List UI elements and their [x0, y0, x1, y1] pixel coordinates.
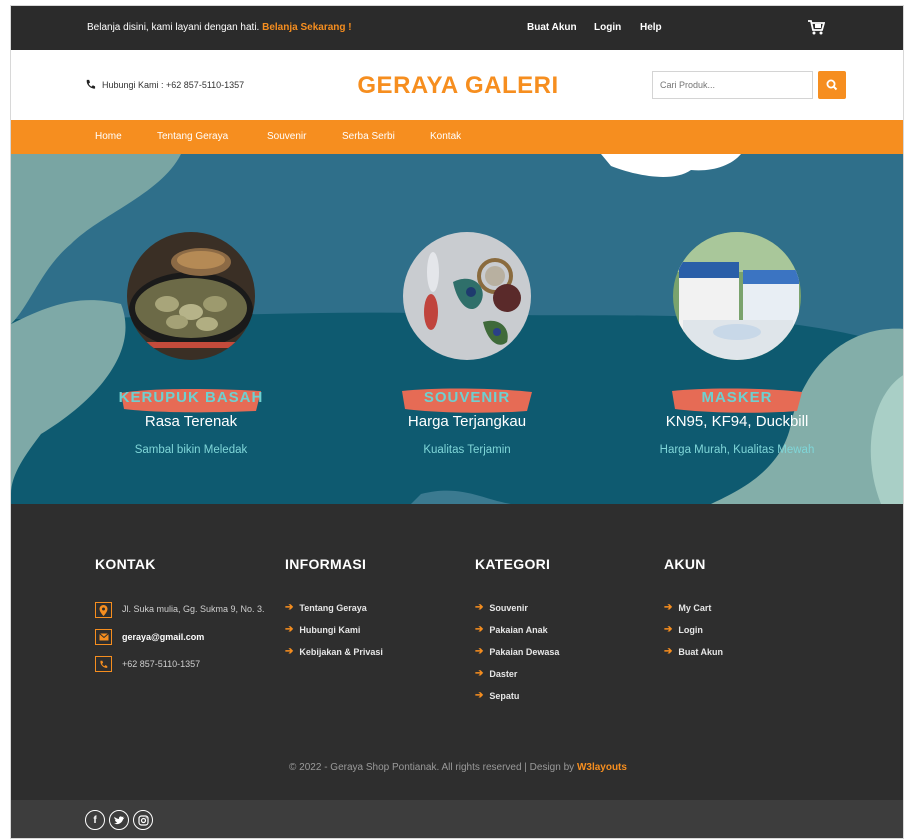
- copyright-text: © 2022 - Geraya Shop Pontianak. All righ…: [289, 762, 575, 773]
- cart-icon[interactable]: [807, 19, 825, 35]
- register-link[interactable]: Buat Akun: [527, 22, 577, 33]
- hero-title-text: SOUVENIR: [423, 389, 511, 406]
- email-row: geraya@gmail.com: [95, 629, 265, 645]
- footer-link-label: My Cart: [678, 602, 712, 613]
- footer-link-label: Buat Akun: [678, 646, 724, 657]
- email-text[interactable]: geraya@gmail.com: [122, 629, 204, 645]
- footer-link[interactable]: ➔ Buat Akun: [664, 646, 723, 657]
- footer-heading: AKUN: [664, 556, 706, 572]
- footer-link-label: Souvenir: [489, 602, 528, 613]
- nav-home[interactable]: Home: [95, 131, 122, 142]
- footer-link-label: Daster: [489, 668, 518, 679]
- top-bar: Belanja disini, kami layani dengan hati.…: [11, 6, 903, 50]
- hero-description: Sambal bikin Meledak: [134, 444, 248, 456]
- footer-akun: AKUN ➔ My Cart ➔ Login ➔ Buat Akun: [664, 556, 723, 668]
- hero-subtitle: Rasa Terenak: [144, 413, 238, 430]
- arrow-right-icon: ➔: [285, 624, 294, 635]
- footer-heading: KONTAK: [95, 556, 156, 572]
- footer-kategori: KATEGORI ➔ Souvenir ➔ Pakaian Anak ➔ Pakaia…: [475, 556, 559, 712]
- hero-banner: KERUPUK BASAH Rasa Terenak Sambal bikin …: [11, 154, 903, 504]
- arrow-right-icon: ➔: [285, 646, 294, 657]
- help-link[interactable]: Help: [640, 22, 662, 33]
- facebook-icon[interactable]: f: [85, 810, 105, 830]
- social-bar: f: [11, 800, 903, 838]
- arrow-right-icon: ➔: [664, 624, 673, 635]
- footer-phone-text: +62 857-5110-1357: [122, 659, 201, 669]
- search-icon: [826, 79, 838, 91]
- mail-icon: [95, 629, 112, 645]
- hero-item-souvenir[interactable]: SOUVENIR Harga Terjangkau Kualitas Terja…: [357, 232, 577, 456]
- search-button[interactable]: [818, 71, 846, 99]
- phone-row: +62 857-5110-1357: [95, 656, 265, 672]
- footer-link[interactable]: ➔ Pakaian Dewasa: [475, 646, 559, 657]
- souvenir-image: [403, 232, 531, 360]
- arrow-right-icon: ➔: [664, 602, 673, 613]
- shop-now-link[interactable]: Belanja Sekarang !: [262, 22, 351, 33]
- hero-description: Harga Murah, Kualitas Mewah: [659, 444, 815, 456]
- hero-item-masker[interactable]: MASKER KN95, KF94, Duckbill Harga Murah,…: [627, 232, 847, 456]
- masker-image: [673, 232, 801, 360]
- footer-link-label: Sepatu: [489, 690, 520, 701]
- login-link[interactable]: Login: [594, 22, 621, 33]
- footer-heading: INFORMASI: [285, 556, 367, 572]
- hero-title: KERUPUK BASAH: [81, 385, 301, 413]
- footer-link[interactable]: ➔ Tentang Geraya: [285, 602, 383, 613]
- phone-icon: [95, 656, 112, 672]
- footer: KONTAK Jl. Suka mulia, Gg. Sukma 9, No. …: [11, 504, 903, 800]
- instagram-icon[interactable]: [133, 810, 153, 830]
- header: Hubungi Kami : +62 857-5110-1357 GERAYA …: [11, 50, 903, 120]
- copyright: © 2022 - Geraya Shop Pontianak. All righ…: [11, 762, 903, 773]
- nav-serba-serbi[interactable]: Serba Serbi: [342, 131, 395, 142]
- hero-description: Kualitas Terjamin: [423, 444, 511, 456]
- main-nav: Home Tentang Geraya Souvenir Serba Serbi…: [11, 120, 903, 154]
- footer-link[interactable]: ➔ Login: [664, 624, 723, 635]
- search-input[interactable]: [652, 71, 813, 99]
- footer-link[interactable]: ➔ Kebijakan & Privasi: [285, 646, 383, 657]
- footer-link-label: Pakaian Anak: [489, 624, 548, 635]
- page-frame: Belanja disini, kami layani dengan hati.…: [10, 5, 904, 839]
- footer-link[interactable]: ➔ Hubungi Kami: [285, 624, 383, 635]
- footer-heading: KATEGORI: [475, 556, 551, 572]
- arrow-right-icon: ➔: [664, 646, 673, 657]
- arrow-right-icon: ➔: [475, 646, 484, 657]
- arrow-right-icon: ➔: [475, 690, 484, 701]
- footer-link[interactable]: ➔ My Cart: [664, 602, 723, 613]
- footer-link-label: Kebijakan & Privasi: [299, 646, 383, 657]
- location-icon: [95, 602, 112, 618]
- hero-title: SOUVENIR: [357, 385, 577, 413]
- arrow-right-icon: ➔: [475, 602, 484, 613]
- hero-subtitle: Harga Terjangkau: [407, 413, 527, 430]
- footer-link[interactable]: ➔ Souvenir: [475, 602, 559, 613]
- hero-item-kerupuk[interactable]: KERUPUK BASAH Rasa Terenak Sambal bikin …: [81, 232, 301, 456]
- promo-label: Belanja disini, kami layani dengan hati.: [87, 22, 260, 33]
- address-text: Jl. Suka mulia, Gg. Sukma 9, No. 3.: [122, 604, 265, 614]
- footer-link[interactable]: ➔ Daster: [475, 668, 559, 679]
- kerupuk-image: [127, 232, 255, 360]
- designer-link[interactable]: W3layouts: [577, 762, 627, 773]
- footer-link-label: Login: [678, 624, 703, 635]
- twitter-icon[interactable]: [109, 810, 129, 830]
- hero-title-text: MASKER: [701, 389, 773, 406]
- footer-link[interactable]: ➔ Sepatu: [475, 690, 559, 701]
- nav-tentang[interactable]: Tentang Geraya: [157, 131, 228, 142]
- promo-text: Belanja disini, kami layani dengan hati.…: [87, 22, 352, 33]
- footer-link-label: Hubungi Kami: [299, 624, 361, 635]
- nav-kontak[interactable]: Kontak: [430, 131, 461, 142]
- arrow-right-icon: ➔: [475, 668, 484, 679]
- arrow-right-icon: ➔: [285, 602, 294, 613]
- footer-informasi: INFORMASI ➔ Tentang Geraya ➔ Hubungi Kami …: [285, 556, 383, 668]
- nav-souvenir[interactable]: Souvenir: [267, 131, 306, 142]
- hero-title-text: KERUPUK BASAH: [118, 389, 264, 406]
- footer-link-label: Pakaian Dewasa: [489, 646, 560, 657]
- footer-link[interactable]: ➔ Pakaian Anak: [475, 624, 559, 635]
- hero-subtitle: KN95, KF94, Duckbill: [665, 413, 809, 430]
- footer-link-label: Tentang Geraya: [299, 602, 367, 613]
- address-row: Jl. Suka mulia, Gg. Sukma 9, No. 3.: [95, 602, 265, 618]
- arrow-right-icon: ➔: [475, 624, 484, 635]
- hero-title: MASKER: [627, 385, 847, 413]
- footer-contact: KONTAK Jl. Suka mulia, Gg. Sukma 9, No. …: [95, 556, 265, 683]
